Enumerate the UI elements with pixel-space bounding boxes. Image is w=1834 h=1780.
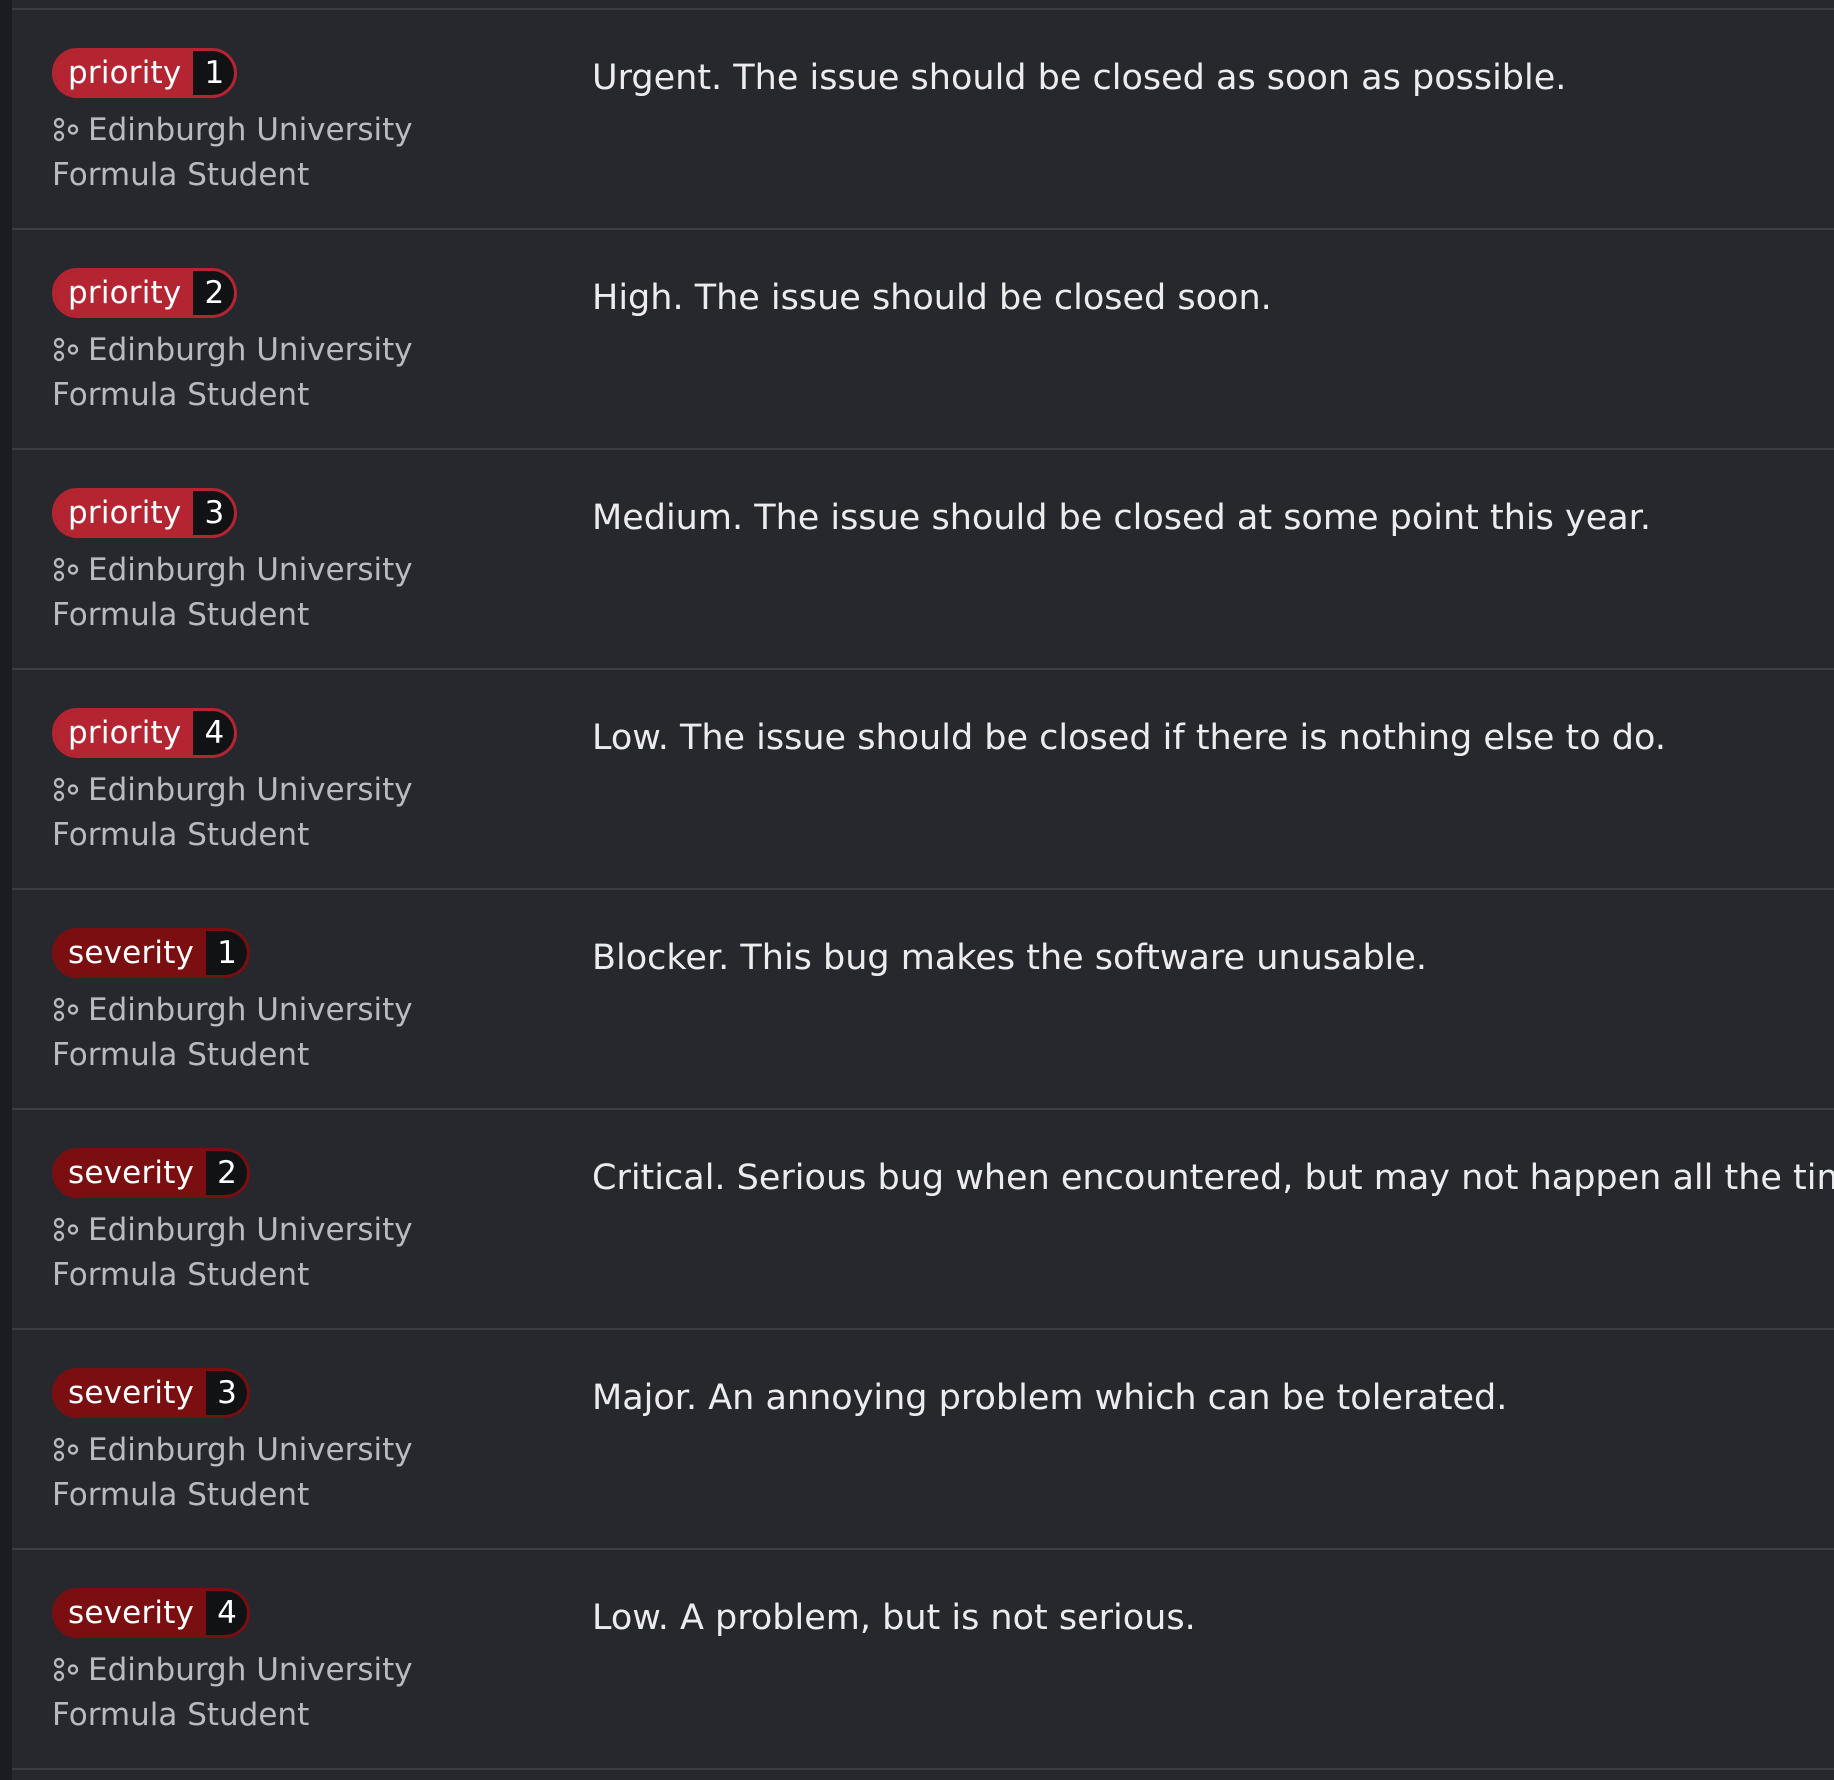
label-row-severity-3: severity 3 Edinburgh University Formula … [12, 1330, 1834, 1550]
label-value: 4 [206, 1591, 247, 1635]
labels-panel: priority 1 Edinburgh University Formula … [12, 0, 1834, 1780]
namespace-name: Edinburgh University Formula Student [52, 552, 413, 633]
label-description: Medium. The issue should be closed at so… [592, 498, 1651, 538]
label-info: priority 4 Edinburgh University Formula … [52, 708, 532, 858]
label-row-severity-2: severity 2 Edinburgh University Formula … [12, 1110, 1834, 1330]
label-scope: priority [55, 51, 194, 95]
label-info: severity 1 Edinburgh University Formula … [52, 928, 532, 1078]
group-icon [53, 1657, 79, 1682]
label-value: 3 [206, 1371, 247, 1415]
namespace-name: Edinburgh University Formula Student [52, 332, 413, 413]
namespace-name: Edinburgh University Formula Student [52, 772, 413, 853]
label-scope: severity [55, 1151, 207, 1195]
scoped-label-badge[interactable]: severity 2 [52, 1148, 250, 1198]
namespace-name: Edinburgh University Formula Student [52, 1432, 413, 1513]
label-row-priority-2: priority 2 Edinburgh University Formula … [12, 230, 1834, 450]
scoped-label-badge[interactable]: priority 4 [52, 708, 238, 758]
label-info: priority 2 Edinburgh University Formula … [52, 268, 532, 418]
label-namespace: Edinburgh University Formula Student [52, 1208, 522, 1298]
scoped-label-badge[interactable]: severity 4 [52, 1588, 250, 1638]
label-value: 1 [206, 931, 247, 975]
group-icon [53, 1437, 79, 1462]
label-namespace: Edinburgh University Formula Student [52, 328, 522, 418]
label-scope: severity [55, 931, 207, 975]
label-info: priority 1 Edinburgh University Formula … [52, 48, 532, 198]
namespace-name: Edinburgh University Formula Student [52, 992, 413, 1073]
label-scope: priority [55, 711, 194, 755]
group-icon [53, 1217, 79, 1242]
label-namespace: Edinburgh University Formula Student [52, 988, 522, 1078]
label-scope: severity [55, 1591, 207, 1635]
group-icon [53, 997, 79, 1022]
namespace-name: Edinburgh University Formula Student [52, 1212, 413, 1293]
namespace-name: Edinburgh University Formula Student [52, 1652, 413, 1733]
label-description: Urgent. The issue should be closed as so… [592, 58, 1567, 98]
label-row-severity-4: severity 4 Edinburgh University Formula … [12, 1550, 1834, 1770]
label-description: High. The issue should be closed soon. [592, 278, 1272, 318]
label-row-priority-1: priority 1 Edinburgh University Formula … [12, 10, 1834, 230]
label-value: 2 [193, 271, 235, 315]
label-info: severity 4 Edinburgh University Formula … [52, 1588, 532, 1738]
label-namespace: Edinburgh University Formula Student [52, 1428, 522, 1518]
label-info: severity 2 Edinburgh University Formula … [52, 1148, 532, 1298]
group-icon [53, 117, 79, 142]
label-scope: priority [55, 491, 194, 535]
label-description: Low. A problem, but is not serious. [592, 1598, 1196, 1638]
scoped-label-badge[interactable]: severity 3 [52, 1368, 250, 1418]
label-scope: severity [55, 1371, 207, 1415]
group-icon [53, 337, 79, 362]
label-description: Low. The issue should be closed if there… [592, 718, 1666, 758]
label-namespace: Edinburgh University Formula Student [52, 108, 522, 198]
label-value: 4 [193, 711, 235, 755]
group-icon [53, 777, 79, 802]
label-info: priority 3 Edinburgh University Formula … [52, 488, 532, 638]
label-namespace: Edinburgh University Formula Student [52, 548, 522, 638]
scoped-label-badge[interactable]: priority 2 [52, 268, 238, 318]
group-icon [53, 557, 79, 582]
label-info: severity 3 Edinburgh University Formula … [52, 1368, 532, 1518]
label-scope: priority [55, 271, 194, 315]
label-value: 1 [193, 51, 235, 95]
label-description: Blocker. This bug makes the software unu… [592, 938, 1428, 978]
label-row-severity-1: severity 1 Edinburgh University Formula … [12, 890, 1834, 1110]
label-namespace: Edinburgh University Formula Student [52, 768, 522, 858]
scoped-label-badge[interactable]: priority 3 [52, 488, 238, 538]
namespace-name: Edinburgh University Formula Student [52, 112, 413, 193]
label-row-priority-3: priority 3 Edinburgh University Formula … [12, 450, 1834, 670]
label-row-priority-4: priority 4 Edinburgh University Formula … [12, 670, 1834, 890]
scoped-label-badge[interactable]: severity 1 [52, 928, 250, 978]
scoped-label-badge[interactable]: priority 1 [52, 48, 238, 98]
label-namespace: Edinburgh University Formula Student [52, 1648, 522, 1738]
label-value: 3 [193, 491, 235, 535]
label-value: 2 [206, 1151, 247, 1195]
label-description: Critical. Serious bug when encountered, … [592, 1158, 1834, 1198]
label-list: priority 1 Edinburgh University Formula … [12, 10, 1834, 1770]
label-description: Major. An annoying problem which can be … [592, 1378, 1508, 1418]
